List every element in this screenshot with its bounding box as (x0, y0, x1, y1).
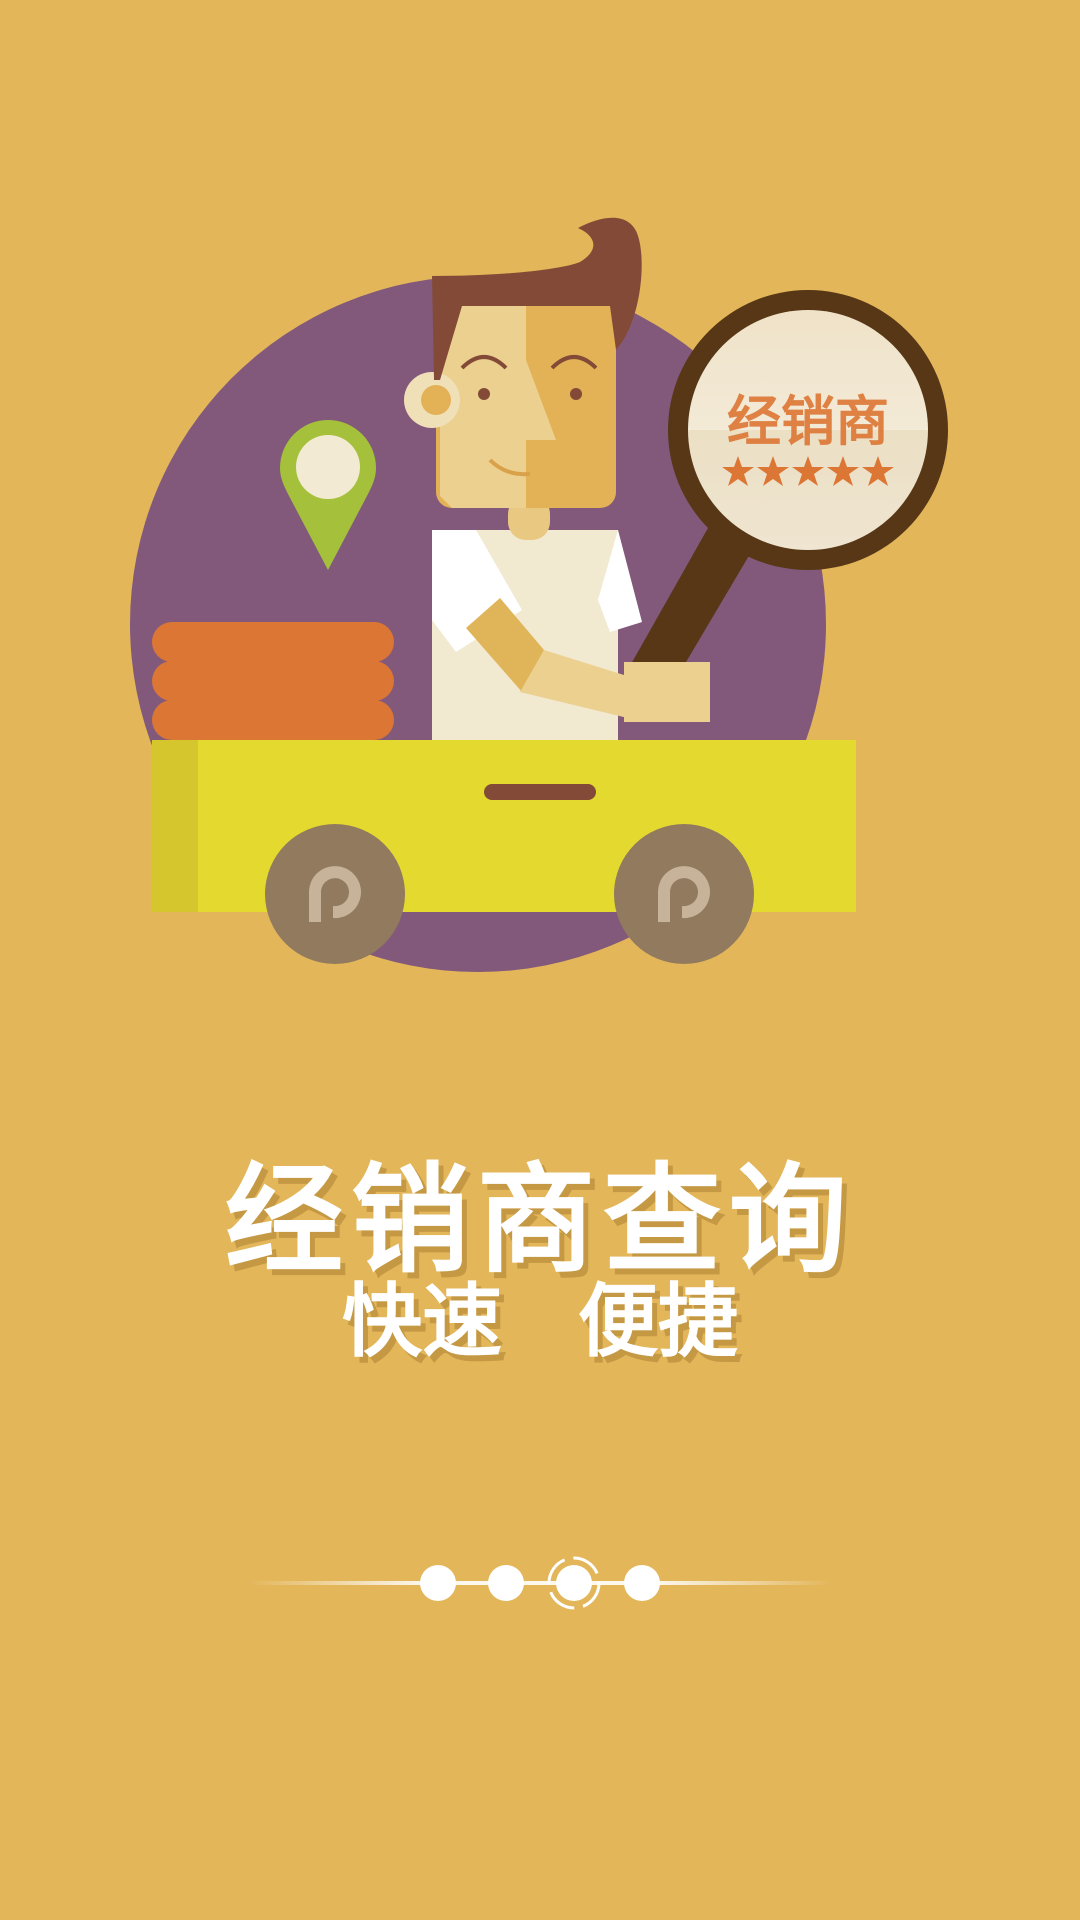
magnifier-icon: 经销商 (668, 290, 948, 570)
page-subtitle: 快速 便捷 (342, 1275, 738, 1368)
pager-dot-active[interactable] (556, 1565, 592, 1601)
pager-dot[interactable] (420, 1565, 456, 1601)
pager-dot[interactable] (488, 1565, 524, 1601)
stacked-boxes (152, 622, 394, 740)
cart-wheel-right (614, 824, 754, 964)
dealer-illustration: 经销商 (130, 217, 948, 972)
pager-dot[interactable] (624, 1565, 660, 1601)
pager-line (248, 1581, 832, 1585)
magnifier-label: 经销商 (727, 390, 889, 453)
cart-handle-slot (484, 784, 596, 800)
cart-wheel-left (265, 824, 405, 964)
page-title: 经销商查询 (224, 1151, 855, 1289)
page-indicator (248, 1556, 832, 1610)
